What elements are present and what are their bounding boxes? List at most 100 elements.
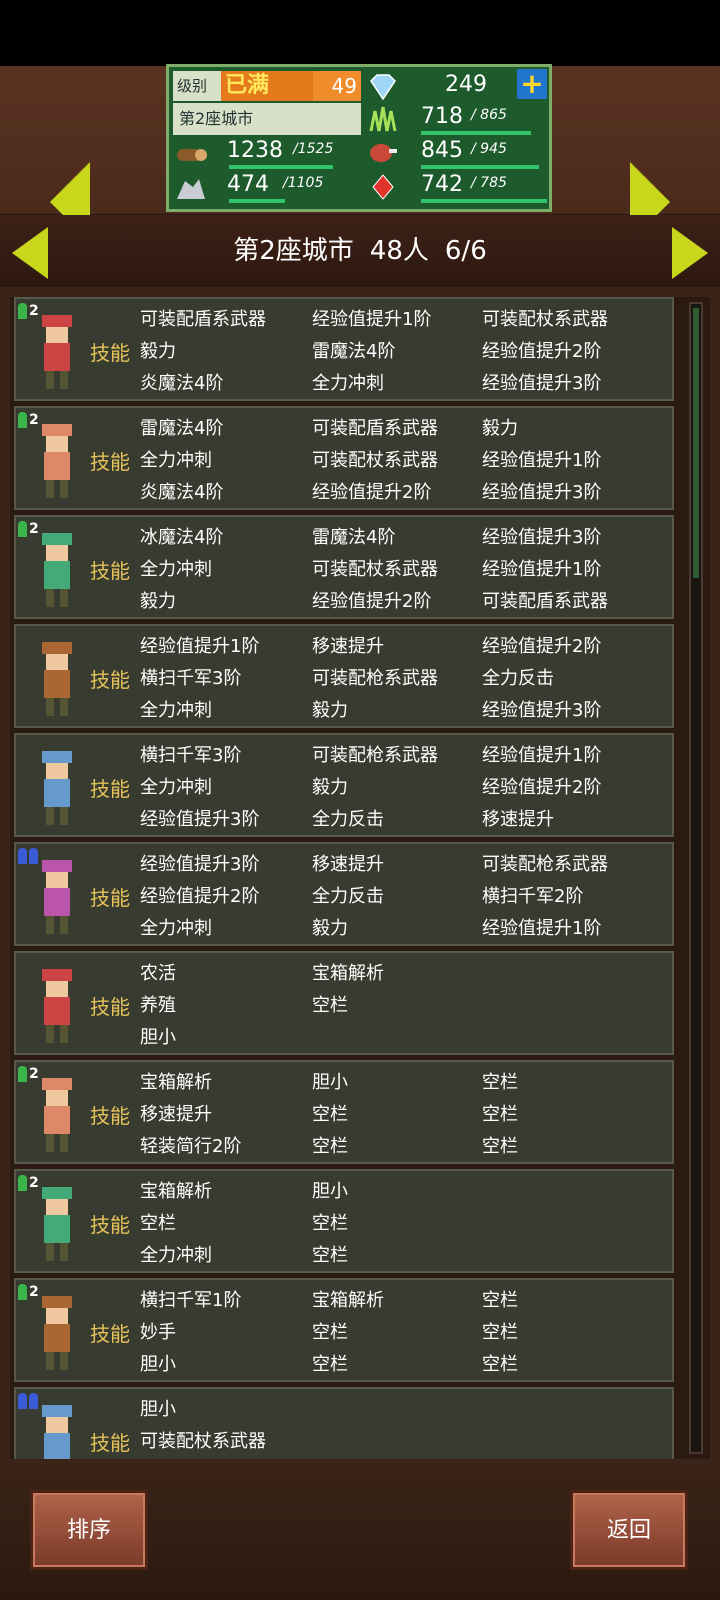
wood-value: 1238 bbox=[227, 138, 283, 163]
level-value: 49 bbox=[313, 71, 361, 101]
skill-label: 技能 bbox=[90, 1104, 130, 1128]
team-count: 2 bbox=[29, 303, 39, 319]
city-population: 48人 bbox=[369, 236, 429, 266]
character-list[interactable]: 2 技能 可装配盾系武器 经验值提升1阶 可装配杖系武器 毅力 雷魔法4阶 经验值提升2阶 炎魔… bbox=[10, 297, 710, 1459]
skill-name: 可装配杖系武器 bbox=[312, 450, 438, 471]
skill-name: 横扫千军2阶 bbox=[482, 886, 584, 907]
skill-name: 空栏 bbox=[312, 1354, 348, 1375]
team-member-icon bbox=[18, 1066, 27, 1082]
grass-resource: 718 / 865 bbox=[365, 103, 545, 135]
skill-name: 胆小 bbox=[140, 1399, 176, 1420]
skill-name: 毅力 bbox=[140, 341, 176, 362]
character-row[interactable]: 2 技能 冰魔法4阶 雷魔法4阶 经验值提升3阶 全力冲刺 可装配杖系武器 经验值提升1阶 毅力… bbox=[14, 515, 674, 619]
skill-name: 空栏 bbox=[482, 1104, 518, 1125]
skill-name: 经验值提升2阶 bbox=[140, 886, 260, 907]
skill-name: 横扫千军1阶 bbox=[140, 1290, 242, 1311]
character-row[interactable]: 2 技能 宝箱解析 胆小 空栏 空栏 全力冲刺 空栏 bbox=[14, 1169, 674, 1273]
character-row[interactable]: 技能 经验值提升1阶 移速提升 经验值提升2阶 横扫千军3阶 可装配枪系武器 全力反击 全力冲… bbox=[14, 624, 674, 728]
character-row[interactable]: 技能 横扫千军3阶 可装配枪系武器 经验值提升1阶 全力冲刺 毅力 经验值提升2阶 经验值提升… bbox=[14, 733, 674, 837]
skill-name: 全力反击 bbox=[482, 668, 554, 689]
skill-name: 移速提升 bbox=[312, 636, 384, 657]
skill-label: 技能 bbox=[90, 1322, 130, 1346]
skill-name: 雷魔法4阶 bbox=[312, 341, 396, 362]
character-row[interactable]: 2 技能 雷魔法4阶 可装配盾系武器 毅力 全力冲刺 可装配杖系武器 经验值提升1阶 炎魔法4阶… bbox=[14, 406, 674, 510]
skill-name: 经验值提升3阶 bbox=[140, 809, 260, 830]
level-max-badge: 已满 bbox=[221, 71, 313, 101]
skill-name: 毅力 bbox=[312, 700, 348, 721]
skill-name: 全力冲刺 bbox=[140, 777, 212, 798]
scrollbar[interactable] bbox=[689, 302, 703, 1454]
skill-name: 经验值提升1阶 bbox=[140, 636, 260, 657]
skill-label: 技能 bbox=[90, 559, 130, 583]
skill-name: 轻装简行2阶 bbox=[140, 1136, 242, 1157]
add-gems-button[interactable]: + bbox=[517, 69, 547, 99]
team-member-icon bbox=[18, 1284, 27, 1300]
skill-name: 可装配枪系武器 bbox=[482, 854, 608, 875]
skill-name: 全力冲刺 bbox=[140, 1245, 212, 1266]
skill-name: 可装配杖系武器 bbox=[482, 309, 608, 330]
character-row[interactable]: 技能 胆小 可装配杖系武器 bbox=[14, 1387, 674, 1459]
skill-name: 空栏 bbox=[482, 1072, 518, 1093]
skill-name: 空栏 bbox=[140, 1213, 176, 1234]
skill-name: 经验值提升3阶 bbox=[482, 482, 602, 503]
character-row[interactable]: 2 技能 可装配盾系武器 经验值提升1阶 可装配杖系武器 毅力 雷魔法4阶 经验值提升2阶 炎魔… bbox=[14, 297, 674, 401]
meat-value: 845 bbox=[421, 138, 463, 163]
team-member-icon bbox=[18, 303, 27, 319]
stat-panel: 级别 已满 49 第2座城市 249 + 718 / 865 1238 /152… bbox=[166, 64, 552, 212]
team-member-icon bbox=[18, 1175, 27, 1191]
skill-name: 宝箱解析 bbox=[312, 963, 384, 984]
skill-name: 空栏 bbox=[482, 1290, 518, 1311]
skill-label: 技能 bbox=[90, 341, 130, 365]
skill-name: 空栏 bbox=[312, 995, 348, 1016]
skill-name: 经验值提升3阶 bbox=[482, 700, 602, 721]
meat-max: / 945 bbox=[471, 141, 507, 157]
skill-name: 全力冲刺 bbox=[140, 559, 212, 580]
bottom-bar: 排序 返回 bbox=[0, 1460, 720, 1600]
team-badge: 2 bbox=[18, 1284, 39, 1300]
skill-name: 经验值提升2阶 bbox=[312, 591, 432, 612]
grass-value: 718 bbox=[421, 104, 463, 129]
skill-name: 冰魔法4阶 bbox=[140, 527, 224, 548]
character-row[interactable]: 技能 经验值提升3阶 移速提升 可装配枪系武器 经验值提升2阶 全力反击 横扫千军2阶 全力冲… bbox=[14, 842, 674, 946]
character-portrait-icon bbox=[42, 642, 72, 716]
skill-name: 全力冲刺 bbox=[140, 450, 212, 471]
skill-name: 可装配盾系武器 bbox=[312, 418, 438, 439]
sort-button[interactable]: 排序 bbox=[30, 1490, 148, 1570]
character-portrait-icon bbox=[42, 751, 72, 825]
skill-name: 移速提升 bbox=[140, 1104, 212, 1125]
skill-name: 农活 bbox=[140, 963, 176, 984]
city-slots: 6/6 bbox=[444, 236, 487, 266]
team-badge: 2 bbox=[18, 521, 39, 537]
skill-name: 经验值提升2阶 bbox=[482, 341, 602, 362]
status-bar bbox=[0, 0, 720, 66]
skill-label: 技能 bbox=[90, 777, 130, 801]
skill-name: 经验值提升2阶 bbox=[482, 777, 602, 798]
skill-name: 胆小 bbox=[140, 1354, 176, 1375]
team-member-icon bbox=[29, 848, 38, 864]
level-row: 级别 已满 49 bbox=[173, 71, 361, 101]
team-badge bbox=[18, 1393, 40, 1409]
back-button[interactable]: 返回 bbox=[570, 1490, 688, 1570]
character-row[interactable]: 技能 农活 宝箱解析 养殖 空栏 胆小 bbox=[14, 951, 674, 1055]
skill-name: 经验值提升1阶 bbox=[482, 559, 602, 580]
skill-name: 空栏 bbox=[312, 1136, 348, 1157]
ore-icon bbox=[177, 179, 205, 199]
skill-name: 移速提升 bbox=[482, 809, 554, 830]
skill-name: 全力冲刺 bbox=[140, 918, 212, 939]
character-row[interactable]: 2 技能 宝箱解析 胆小 空栏 移速提升 空栏 空栏 轻装简行2阶 空栏 空栏 bbox=[14, 1060, 674, 1164]
ruby-max: / 785 bbox=[471, 175, 507, 191]
diamond-icon bbox=[370, 74, 396, 101]
team-count: 2 bbox=[29, 412, 39, 428]
skill-name: 宝箱解析 bbox=[312, 1290, 384, 1311]
meat-icon bbox=[370, 144, 397, 162]
skill-name: 炎魔法4阶 bbox=[140, 482, 224, 503]
skill-name: 空栏 bbox=[312, 1245, 348, 1266]
team-count: 2 bbox=[29, 521, 39, 537]
skill-name: 可装配枪系武器 bbox=[312, 745, 438, 766]
skill-label: 技能 bbox=[90, 450, 130, 474]
scrollbar-thumb[interactable] bbox=[693, 308, 699, 578]
ore-max: /1105 bbox=[283, 175, 324, 191]
skill-name: 妙手 bbox=[140, 1322, 176, 1343]
grass-icon bbox=[369, 106, 397, 132]
character-row[interactable]: 2 技能 横扫千军1阶 宝箱解析 空栏 妙手 空栏 空栏 胆小 空栏 空栏 bbox=[14, 1278, 674, 1382]
